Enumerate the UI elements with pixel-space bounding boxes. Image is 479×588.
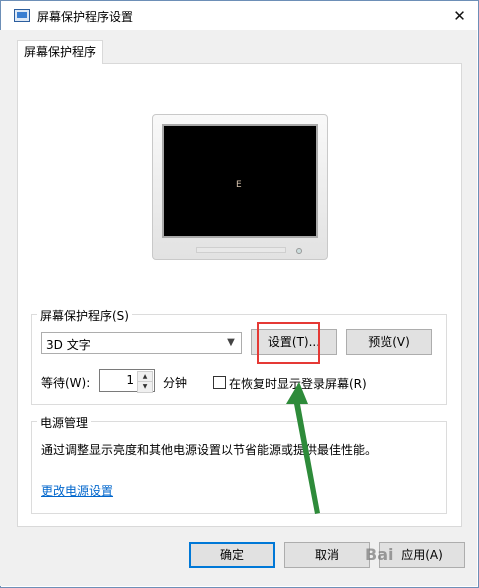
chevron-down-icon: ▼: [227, 337, 235, 348]
close-button[interactable]: ✕: [441, 1, 478, 31]
power-description: 通过调整显示亮度和其他电源设置以节省能源或提供最佳性能。: [41, 443, 378, 457]
screensaver-group-label: 屏幕保护程序(S): [37, 307, 132, 324]
screensaver-dropdown[interactable]: 3D 文字 ▼: [41, 332, 242, 354]
preview-screen-text: E: [236, 180, 242, 190]
power-group: [31, 421, 447, 514]
wait-label: 等待(W):: [41, 376, 91, 390]
change-power-settings-link[interactable]: 更改电源设置: [41, 482, 113, 499]
window-title: 屏幕保护程序设置: [37, 10, 134, 24]
screensaver-selected: 3D 文字: [46, 338, 91, 352]
resume-logon-label[interactable]: 在恢复时显示登录屏幕(R): [229, 375, 367, 392]
spin-down-icon[interactable]: ▼: [137, 381, 153, 393]
wait-value: 1: [126, 373, 134, 387]
cancel-button[interactable]: 取消: [284, 542, 370, 568]
watermark: Bai: [365, 545, 394, 564]
preview-button[interactable]: 预览(V): [346, 329, 432, 355]
tab-screensaver[interactable]: 屏幕保护程序: [17, 40, 103, 64]
monitor-icon: [14, 9, 30, 22]
title-bar[interactable]: 屏幕保护程序设置 ✕: [1, 1, 478, 31]
resume-logon-checkbox[interactable]: [213, 376, 226, 389]
wait-minutes-spinner[interactable]: 1 ▲ ▼: [99, 369, 155, 393]
monitor-power-led: [296, 248, 302, 254]
power-group-label: 电源管理: [37, 414, 92, 431]
ok-button[interactable]: 确定: [189, 542, 275, 568]
wait-unit: 分钟: [163, 376, 188, 390]
monitor-slot: [196, 247, 286, 253]
highlight-box: [257, 322, 320, 364]
